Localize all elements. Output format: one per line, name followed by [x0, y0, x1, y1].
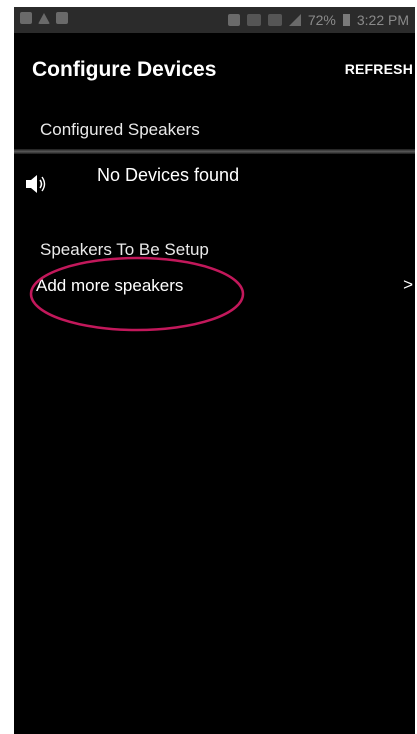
section-divider [14, 149, 415, 154]
nfc-icon [227, 14, 240, 26]
status-bar: 72% 3:22 PM [14, 7, 415, 33]
warning-icon [38, 12, 50, 24]
image-icon [56, 12, 68, 24]
page-title: Configure Devices [32, 58, 217, 81]
speaker-icon [26, 175, 46, 193]
refresh-button[interactable]: REFRESH [345, 61, 413, 77]
status-time: 3:22 PM [356, 12, 409, 28]
app-screen: 72% 3:22 PM Configure Devices REFRESH Co… [14, 7, 415, 734]
notification-icon [20, 12, 32, 24]
signal-icon [288, 14, 301, 26]
configured-speakers-header: Configured Speakers [40, 120, 200, 139]
status-left-icons [20, 12, 68, 24]
status-right-icons: 72% 3:22 PM [227, 12, 409, 28]
no-devices-message: No Devices found [97, 165, 240, 185]
battery-icon [342, 14, 350, 26]
wifi-icon [267, 14, 282, 26]
chevron-right-icon: > [403, 275, 413, 294]
highlight-ellipse [29, 256, 245, 332]
battery-percent: 72% [307, 12, 336, 28]
mute-icon [246, 14, 261, 26]
